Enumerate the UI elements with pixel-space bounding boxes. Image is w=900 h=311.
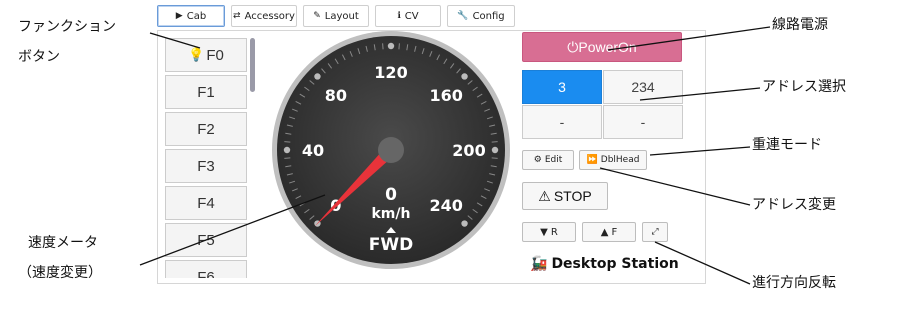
annotation-power: 線路電源: [772, 17, 828, 33]
annotation-multi-unit: 重連モード: [752, 137, 822, 153]
annotation-function-buttons-2: ボタン: [18, 49, 60, 65]
annotation-address-select: アドレス選択: [762, 79, 846, 95]
annotation-speed-meter: 速度メータ: [28, 235, 98, 251]
annotation-lines: [139, 26, 771, 285]
annotation-function-buttons: ファンクション: [18, 19, 116, 35]
annotation-address-change: アドレス変更: [752, 197, 836, 213]
annotation-speed-meter-2: （速度変更）: [18, 265, 102, 281]
annotation-direction: 進行方向反転: [752, 275, 836, 291]
